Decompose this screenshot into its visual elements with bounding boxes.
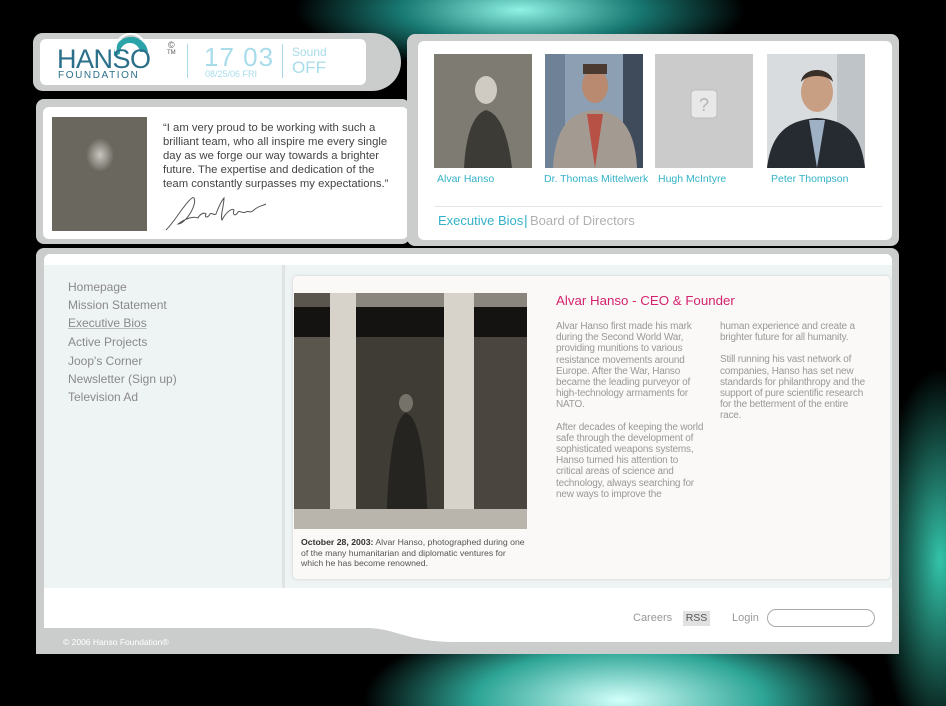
article-column-2: human experience and create a brighter f… — [720, 321, 870, 433]
founder-quote: “I am very proud to be working with such… — [163, 122, 389, 190]
nav-item-active-projects[interactable]: Active Projects — [68, 335, 147, 349]
nav-item-mission-statement[interactable]: Mission Statement — [68, 298, 167, 312]
nav-item-joops-corner[interactable]: Joop's Corner — [68, 354, 142, 368]
article-paragraph: human experience and create a brighter f… — [720, 321, 855, 344]
nav-item-homepage[interactable]: Homepage — [68, 280, 127, 294]
bio-photo-alvar-hanso[interactable] — [434, 54, 532, 168]
photo-caption: October 28, 2003: Alvar Hanso, photograp… — [301, 537, 527, 569]
article-paragraph: Alvar Hanso first made his mark during t… — [556, 321, 692, 411]
article-column-1: Alvar Hanso first made his mark during t… — [556, 321, 706, 511]
divider — [434, 206, 882, 207]
clock-date: 08/25/06 FRI — [205, 69, 258, 79]
sidebar-nav — [44, 265, 282, 588]
bio-photo-thomas-mittelwerk[interactable] — [545, 54, 643, 168]
bio-name-thomas-mittelwerk[interactable]: Dr. Thomas Mittelwerk — [544, 173, 648, 185]
bio-name-peter-thompson[interactable]: Peter Thompson — [771, 173, 848, 185]
signature-image — [165, 196, 267, 231]
bio-photo-hugh-mcintyre[interactable]: ? — [655, 54, 753, 168]
copyright-mark: © — [168, 40, 175, 50]
copyright-text: © 2006 Hanso Foundation® — [63, 637, 169, 647]
nav-item-television-ad[interactable]: Television Ad — [68, 390, 138, 404]
tab-separator: | — [524, 212, 528, 228]
bio-name-alvar-hanso[interactable]: Alvar Hanso — [437, 173, 494, 185]
nav-item-newsletter[interactable]: Newsletter (Sign up) — [68, 372, 177, 386]
article-photo — [294, 293, 527, 529]
sound-label[interactable]: Sound — [292, 45, 327, 59]
nav-item-executive-bios[interactable]: Executive Bios — [68, 316, 147, 330]
trademark-mark: TM — [167, 50, 176, 56]
svg-text:?: ? — [699, 95, 709, 115]
caption-date: October 28, 2003: — [301, 537, 374, 547]
article-paragraph: Still running his vast network of compan… — [720, 354, 865, 422]
bio-name-hugh-mcintyre[interactable]: Hugh McIntyre — [658, 173, 726, 185]
article-paragraph: After decades of keeping the world safe … — [556, 421, 704, 500]
tab-board-of-directors[interactable]: Board of Directors — [530, 213, 635, 228]
bio-photo-peter-thompson[interactable] — [767, 54, 865, 168]
founder-portrait — [52, 117, 147, 231]
article-title: Alvar Hanso - CEO & Founder — [556, 293, 735, 308]
divider — [187, 44, 188, 78]
tab-executive-bios[interactable]: Executive Bios — [438, 213, 523, 228]
sound-toggle[interactable]: OFF — [292, 58, 326, 78]
divider — [282, 44, 283, 78]
logo-subtitle: FOUNDATION — [58, 70, 140, 81]
